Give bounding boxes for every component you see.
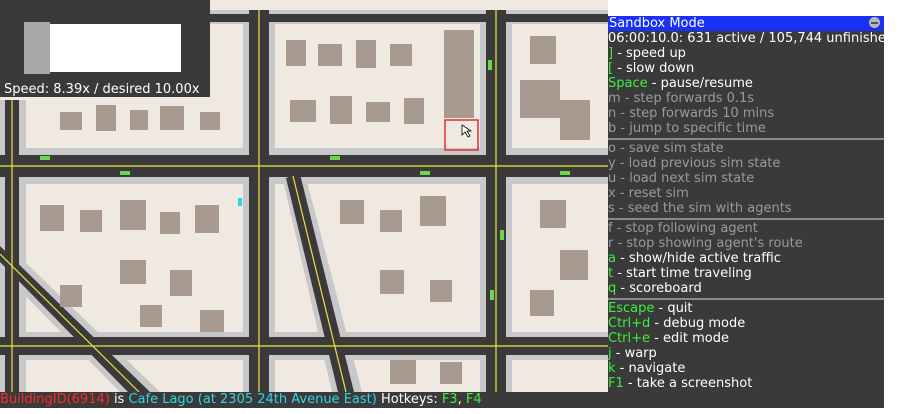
menu-item-label: - reset sim: [615, 186, 689, 201]
is-text: is: [109, 392, 129, 407]
game-window: Speed: 8.39x / desired 10.00x Sandbox Mo…: [0, 0, 899, 414]
menu-item-seed-sim[interactable]: s - seed the sim with agents: [608, 201, 792, 216]
menu-item-step-forwards-short[interactable]: m - step forwards 0.1s: [608, 91, 754, 106]
menu-item-label: - stop showing agent's route: [613, 236, 803, 251]
building-name: Cafe Lago (at 2305 24th Avenue East): [128, 392, 377, 407]
hotkey: n: [608, 106, 617, 121]
menu-item-reset-sim[interactable]: x - reset sim: [608, 186, 689, 201]
hotkey: s: [608, 201, 615, 216]
menu-item-warp[interactable]: j - warp: [608, 346, 657, 361]
menu-item-label: - pause/resume: [647, 76, 753, 91]
menu-item-label: - save sim state: [615, 141, 724, 156]
hotkey: o: [608, 141, 616, 156]
menu-item-slow-down[interactable]: [ - slow down: [608, 61, 694, 76]
menu-item-label: - scoreboard: [616, 281, 702, 296]
hotkey: a: [608, 251, 616, 266]
menu-item-label: - warp: [611, 346, 657, 361]
menu-item-debug-mode[interactable]: Ctrl+d - debug mode: [608, 316, 745, 331]
sandbox-mode-panel: Sandbox Mode 06:00:10.0: 631 active / 10…: [608, 16, 894, 392]
menu-item-label: - step forwards 10 mins: [616, 106, 775, 121]
building-id: BuildingID(6914): [0, 392, 110, 407]
menu-item-load-previous-state[interactable]: y - load previous sim state: [608, 156, 780, 171]
menu-item-label: - start time traveling: [613, 266, 752, 281]
hotkey: u: [608, 171, 617, 186]
hotkey: x: [608, 186, 616, 201]
menu-item-jump-to-time[interactable]: b - jump to specific time: [608, 121, 766, 136]
hotkeys-label: Hotkeys:: [376, 392, 442, 407]
menu-item-quit[interactable]: Escape - quit: [608, 301, 693, 316]
menu-item-scoreboard[interactable]: q - scoreboard: [608, 281, 702, 296]
hotkey: F1: [608, 376, 624, 391]
menu-item-label: - take a screenshot: [623, 376, 753, 391]
panel-title: Sandbox Mode: [609, 16, 705, 31]
menu-item-toggle-traffic[interactable]: a - show/hide active traffic: [608, 251, 781, 266]
hotkey-f4[interactable]: F4: [466, 392, 482, 407]
menu-item-label: - speed up: [613, 46, 686, 61]
status-bar: BuildingID(6914) is Cafe Lago (at 2305 2…: [0, 392, 884, 408]
close-panel-icon[interactable]: [869, 17, 880, 28]
menu-item-label: - load next sim state: [616, 171, 755, 186]
menu-item-label: - debug mode: [650, 316, 746, 331]
menu-item-pause-resume[interactable]: Space - pause/resume: [608, 76, 753, 91]
hotkey-f3[interactable]: F3: [442, 392, 458, 407]
menu-item-label: - quit: [654, 301, 693, 316]
hotkey-separator: ,: [457, 392, 466, 407]
menu-item-label: - slow down: [613, 61, 695, 76]
menu-item-stop-showing-route[interactable]: r - stop showing agent's route: [608, 236, 803, 251]
menu-item-label: - navigate: [615, 361, 686, 376]
menu-item-label: - load previous sim state: [615, 156, 781, 171]
menu-item-label: - stop following agent: [612, 221, 758, 236]
divider: [608, 138, 884, 140]
divider: [608, 218, 884, 220]
sim-status: 06:00:10.0: 631 active / 105,744 unfinis…: [608, 31, 895, 46]
menu-item-label: - show/hide active traffic: [615, 251, 781, 266]
menu-item-label: - edit mode: [650, 331, 729, 346]
speed-slider-handle[interactable]: [24, 22, 50, 74]
speed-slider-track[interactable]: [49, 24, 181, 72]
menu-item-load-next-state[interactable]: u - load next sim state: [608, 171, 754, 186]
hotkey: Escape: [608, 301, 655, 316]
menu-item-speed-up[interactable]: ] - speed up: [608, 46, 686, 61]
menu-item-stop-following[interactable]: f - stop following agent: [608, 221, 758, 236]
hotkey: Space: [608, 76, 648, 91]
speed-readout: Speed: 8.39x / desired 10.00x: [4, 82, 200, 97]
hotkey: y: [608, 156, 616, 171]
city-map[interactable]: Speed: 8.39x / desired 10.00x: [0, 0, 608, 392]
menu-item-screenshot[interactable]: F1 - take a screenshot: [608, 376, 752, 391]
menu-item-label: - step forwards 0.1s: [620, 91, 755, 106]
menu-item-label: - seed the sim with agents: [614, 201, 792, 216]
hotkey: Ctrl+e: [608, 331, 651, 346]
menu-item-time-travel[interactable]: t - start time traveling: [608, 266, 752, 281]
hotkey: m: [608, 91, 621, 106]
menu-item-label: - jump to specific time: [616, 121, 766, 136]
menu-item-step-forwards-long[interactable]: n - step forwards 10 mins: [608, 106, 774, 121]
menu-item-edit-mode[interactable]: Ctrl+e - edit mode: [608, 331, 729, 346]
hotkey: Ctrl+d: [608, 316, 651, 331]
hotkey: k: [608, 361, 616, 376]
panel-header: Sandbox Mode: [608, 16, 884, 31]
divider: [608, 298, 884, 300]
menu-item-save-state[interactable]: o - save sim state: [608, 141, 724, 156]
menu-item-navigate[interactable]: k - navigate: [608, 361, 685, 376]
